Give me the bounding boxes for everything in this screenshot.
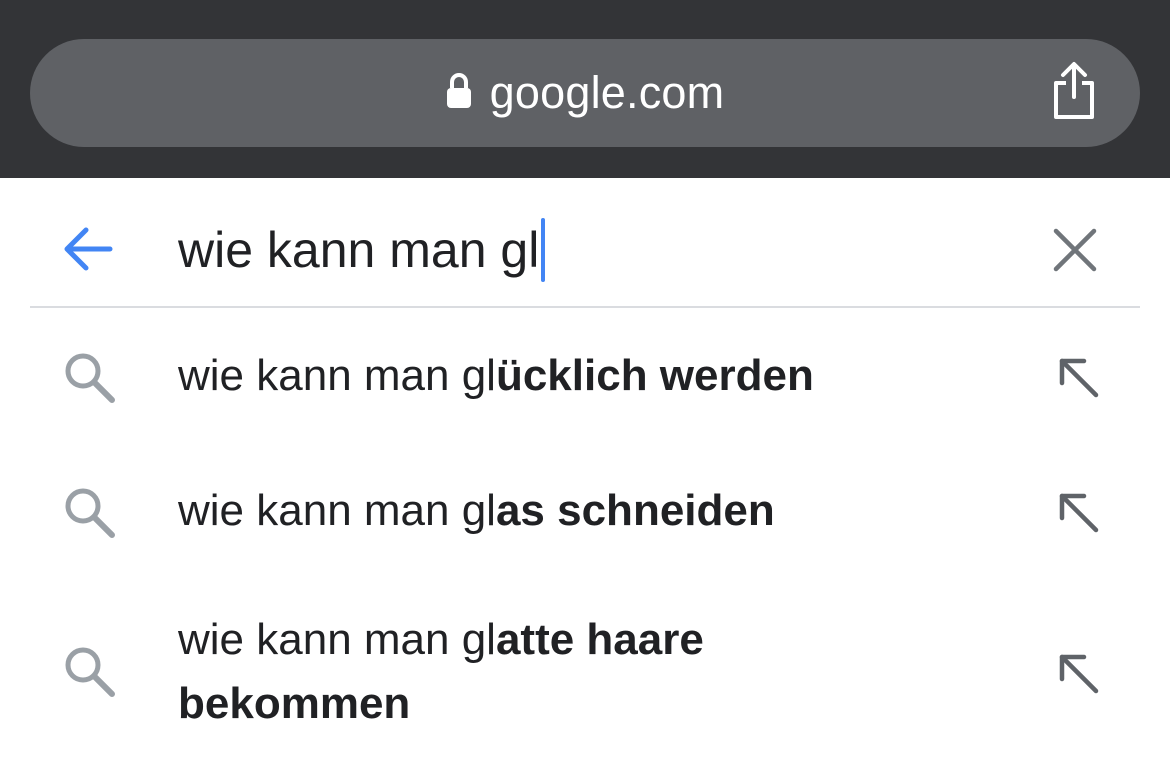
suggestion-item[interactable]: wie kann man glatte haare bekommen	[0, 580, 1170, 763]
suggestion-item[interactable]: wie kann man glücklich werden	[0, 310, 1170, 445]
arrow-up-left-icon[interactable]	[1056, 490, 1102, 536]
arrow-up-left-icon[interactable]	[1056, 651, 1102, 697]
suggestion-text: wie kann man glatte haare bekommen	[178, 608, 818, 736]
lock-icon	[446, 73, 471, 108]
search-icon	[65, 647, 115, 697]
search-row: wie kann man gl	[0, 178, 1170, 308]
suggestion-text: wie kann man glas schneiden	[178, 479, 978, 543]
close-icon[interactable]	[1050, 225, 1100, 275]
text-caret	[541, 218, 546, 282]
suggestion-prefix: wie kann man gl	[178, 486, 496, 535]
suggestion-completion: ücklich werden	[495, 351, 814, 400]
address-bar[interactable]: google.com	[30, 39, 1140, 147]
suggestion-prefix: wie kann man gl	[178, 351, 496, 400]
search-query-text: wie kann man gl	[178, 222, 540, 278]
search-icon	[65, 488, 115, 538]
search-icon	[65, 353, 115, 403]
suggestion-prefix: wie kann man gl	[178, 615, 496, 664]
back-arrow-icon[interactable]	[60, 221, 116, 277]
suggestion-text: wie kann man glücklich werden	[178, 344, 978, 408]
arrow-up-left-icon[interactable]	[1056, 355, 1102, 401]
address-content: google.com	[30, 39, 1140, 147]
suggestion-completion: as schneiden	[495, 486, 775, 535]
browser-top-bar: google.com	[0, 0, 1170, 178]
suggestion-item[interactable]: wie kann man glas schneiden	[0, 445, 1170, 580]
share-icon[interactable]	[1050, 61, 1098, 121]
search-divider	[30, 306, 1140, 308]
url-text: google.com	[489, 67, 725, 118]
search-input[interactable]: wie kann man gl	[178, 218, 546, 282]
